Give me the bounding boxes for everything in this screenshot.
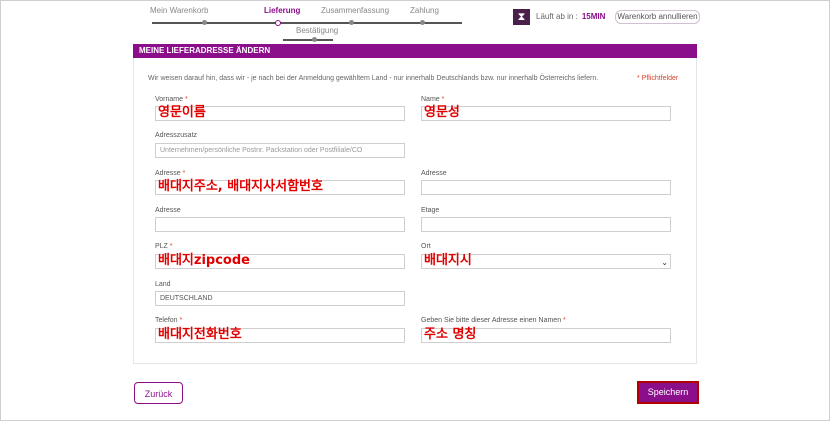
vorname-label: Vorname *: [155, 96, 188, 103]
adresse1-annotation: 배대지주소, 배대지사서함번호: [158, 179, 323, 194]
save-button[interactable]: Speichern: [637, 381, 699, 404]
name-annotation: 영문성: [424, 105, 460, 120]
adressname-annotation: 주소 명칭: [424, 327, 477, 342]
address-form-card: [133, 58, 697, 364]
required-fields-note: * Pflichtfelder: [637, 75, 679, 82]
step-mein-warenkorb[interactable]: Mein Warenkorb: [150, 6, 208, 15]
step-zusammenfassung: Zusammenfassung: [321, 6, 390, 15]
step-dot-4: [420, 20, 425, 25]
adresszusatz-label: Adresszusatz: [155, 132, 198, 139]
step-bestaetigung: Bestätigung: [296, 26, 339, 35]
adresszusatz-input[interactable]: Unternehmen/persönliche Postnr. Packstat…: [155, 143, 405, 158]
timer: Läuft ab in :15MIN: [536, 12, 605, 21]
progress-track: [152, 22, 462, 24]
adresse2-input[interactable]: [155, 217, 405, 232]
land-label: Land: [155, 281, 171, 288]
ort-label: Ort: [421, 243, 431, 250]
land-input[interactable]: DEUTSCHLAND: [155, 291, 405, 306]
sub-progress-track: [283, 39, 333, 41]
timer-label: Läuft ab in :: [536, 12, 578, 21]
ort-annotation: 배대지시: [424, 253, 472, 268]
adresse-right-input[interactable]: [421, 180, 671, 195]
step-dot-1: [202, 20, 207, 25]
etage-label: Etage: [421, 207, 440, 214]
adresse2-label: Adresse: [155, 207, 181, 214]
adresse1-label: Adresse *: [155, 170, 186, 177]
step-lieferung: Lieferung: [264, 6, 301, 15]
step-dot-3: [349, 20, 354, 25]
step-zahlung: Zahlung: [410, 6, 439, 15]
timer-value: 15MIN: [581, 12, 606, 21]
back-button[interactable]: Zurück: [134, 382, 183, 404]
name-label: Name *: [421, 96, 445, 103]
chevron-down-icon: ⌄: [661, 258, 668, 267]
step-dot-sub: [312, 37, 317, 42]
hourglass-icon: ⧗: [513, 9, 530, 25]
delivery-notice: Wir weisen darauf hin, dass wir - je nac…: [148, 75, 599, 82]
telefon-label: Telefon *: [155, 317, 183, 324]
plz-label: PLZ *: [155, 243, 173, 250]
plz-annotation: 배대지zipcode: [158, 253, 250, 268]
section-header: MEINE LIEFERADRESSE ÄNDERN: [133, 44, 697, 58]
cancel-cart-button[interactable]: Warenkorb annullieren: [615, 10, 700, 24]
step-dot-2: [275, 20, 281, 26]
adressname-label: Geben Sie bitte dieser Adresse einen Nam…: [421, 317, 566, 324]
etage-input[interactable]: [421, 217, 671, 232]
vorname-annotation: 영문이름: [158, 105, 206, 120]
telefon-annotation: 배대지전화번호: [158, 327, 242, 342]
adresse-right-label: Adresse: [421, 170, 447, 177]
